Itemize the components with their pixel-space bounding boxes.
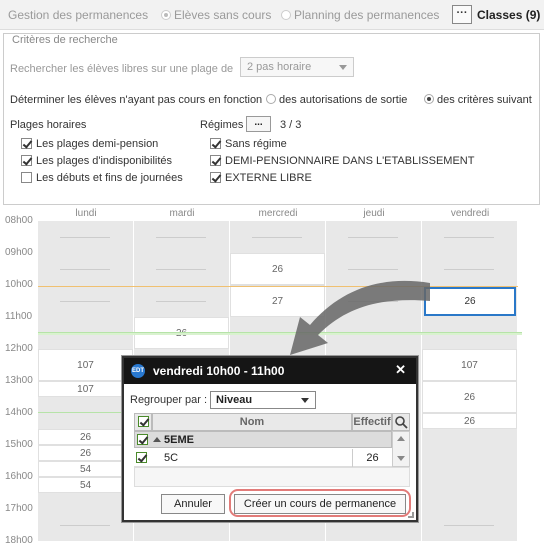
regime-label: EXTERNE LIBRE: [225, 172, 312, 184]
table-row[interactable]: 5C 26: [134, 449, 392, 467]
cancel-button[interactable]: Annuler: [161, 494, 225, 514]
checkbox-icon[interactable]: [136, 452, 147, 463]
slot-cell[interactable]: 54: [38, 461, 133, 477]
day-header: jeudi: [363, 208, 385, 219]
col-header-effectif[interactable]: Effectif: [352, 413, 392, 431]
col-header-nom[interactable]: Nom: [152, 413, 352, 431]
empty-slot-dash: [252, 237, 302, 238]
checkbox-icon[interactable]: [137, 434, 148, 445]
chevron-down-icon: [301, 398, 309, 403]
regimes-count: 3 / 3: [280, 119, 302, 131]
hour-label: 18h00: [5, 535, 33, 546]
hour-label: 12h00: [5, 343, 33, 354]
regime-label: Sans régime: [225, 138, 287, 150]
classes-title: Classes (9): [477, 8, 541, 22]
tab-gestion-permanences[interactable]: Gestion des permanences: [8, 8, 148, 22]
radio-autorisations[interactable]: des autorisations de sortie: [266, 94, 407, 106]
empty-slot-dash: [156, 301, 206, 302]
hour-label: 14h00: [5, 407, 33, 418]
checkbox-plages-indispo[interactable]: [21, 155, 32, 166]
table-empty-area: [134, 467, 410, 487]
checkbox-icon: [138, 416, 149, 427]
regimes-label: Régimes: [200, 119, 244, 131]
row-name: 5C: [164, 452, 179, 464]
radio-icon: [424, 94, 434, 104]
empty-slot-dash: [444, 237, 494, 238]
empty-slot-dash: [348, 237, 398, 238]
regime-label: DEMI-PENSIONNAIRE DANS L'ETABLISSEMENT: [225, 155, 475, 167]
radio-icon: [281, 10, 291, 20]
checkbox-sans-regime[interactable]: [210, 138, 221, 149]
determine-label: Déterminer les élèves n'ayant pas cours …: [10, 94, 263, 106]
checkbox-demi-pensionnaire[interactable]: [210, 155, 221, 166]
group-row-label: 5EME: [164, 434, 194, 446]
row-effectif: 26: [352, 449, 392, 467]
select-all-checkbox[interactable]: [134, 413, 152, 431]
search-button[interactable]: [392, 413, 410, 431]
group-row[interactable]: 5EME: [134, 431, 392, 448]
more-button[interactable]: ···: [452, 5, 472, 24]
close-icon[interactable]: ✕: [395, 362, 406, 378]
hour-label: 09h00: [5, 247, 33, 258]
hour-label: 17h00: [5, 503, 33, 514]
popup-title: vendredi 10h00 - 11h00: [153, 364, 285, 378]
radio-icon: [161, 10, 171, 20]
criteria-legend: Critères de recherche: [10, 34, 120, 46]
plage-label: Les plages d'indisponibilités: [36, 155, 173, 167]
empty-slot-dash: [60, 237, 110, 238]
hour-label: 15h00: [5, 439, 33, 450]
plage-label: Les plages demi-pension: [36, 138, 159, 150]
scrollbar[interactable]: [392, 431, 410, 467]
hour-label: 16h00: [5, 471, 33, 482]
day-header: lundi: [75, 208, 97, 219]
checkbox-debuts-fins[interactable]: [21, 172, 32, 183]
search-icon: [395, 416, 408, 429]
top-bar: Gestion des permanences Elèves sans cour…: [0, 0, 544, 30]
slot-cell[interactable]: 54: [38, 477, 133, 493]
tab-eleves-sans-cours[interactable]: Elèves sans cours: [161, 8, 271, 22]
empty-slot-dash: [444, 525, 494, 526]
group-select[interactable]: Niveau: [210, 391, 316, 409]
regimes-button[interactable]: ...: [246, 116, 271, 132]
day-header: mercredi: [258, 208, 298, 219]
scroll-up-icon[interactable]: [397, 436, 405, 441]
empty-slot-dash: [156, 269, 206, 270]
empty-slot-dash: [60, 525, 110, 526]
slot-cell[interactable]: 26: [422, 413, 517, 429]
hour-label: 08h00: [5, 215, 33, 226]
slot-cell[interactable]: 26: [422, 381, 517, 413]
slot-cell[interactable]: 107: [38, 349, 133, 381]
day-header: vendredi: [450, 208, 490, 219]
checkbox-externe-libre[interactable]: [210, 172, 221, 183]
plage-label: Les débuts et fins de journées: [36, 172, 183, 184]
curved-arrow-icon: [290, 280, 430, 355]
collapse-arrow-icon[interactable]: [153, 437, 161, 442]
chevron-down-icon: [339, 65, 347, 70]
plage-select[interactable]: 2 pas horaire: [240, 57, 354, 77]
hour-label: 13h00: [5, 375, 33, 386]
search-label: Rechercher les élèves libres sur une pla…: [10, 63, 234, 75]
empty-slot-dash: [156, 237, 206, 238]
edt-logo-icon: EDT: [131, 364, 145, 378]
hour-label: 11h00: [5, 311, 33, 322]
day-header: mardi: [169, 208, 195, 219]
empty-slot-dash: [60, 269, 110, 270]
slot-cell[interactable]: 107: [38, 381, 133, 397]
green-time-line: [38, 412, 124, 413]
tab-planning-permanences[interactable]: Planning des permanences: [281, 8, 439, 22]
empty-slot-dash: [60, 301, 110, 302]
checkbox-plages-demi-pension[interactable]: [21, 138, 32, 149]
scroll-down-icon[interactable]: [397, 456, 405, 461]
popup-titlebar: EDT vendredi 10h00 - 11h00 ✕: [124, 358, 416, 384]
hour-label: 10h00: [5, 279, 33, 290]
slot-cell[interactable]: 26: [38, 429, 133, 445]
slot-cell[interactable]: 26: [38, 445, 133, 461]
plages-label: Plages horaires: [10, 119, 87, 131]
radio-icon: [266, 94, 276, 104]
radio-criteres[interactable]: des critères suivant: [424, 94, 532, 106]
group-label: Regrouper par :: [130, 394, 208, 406]
create-button-highlight: [229, 489, 411, 517]
